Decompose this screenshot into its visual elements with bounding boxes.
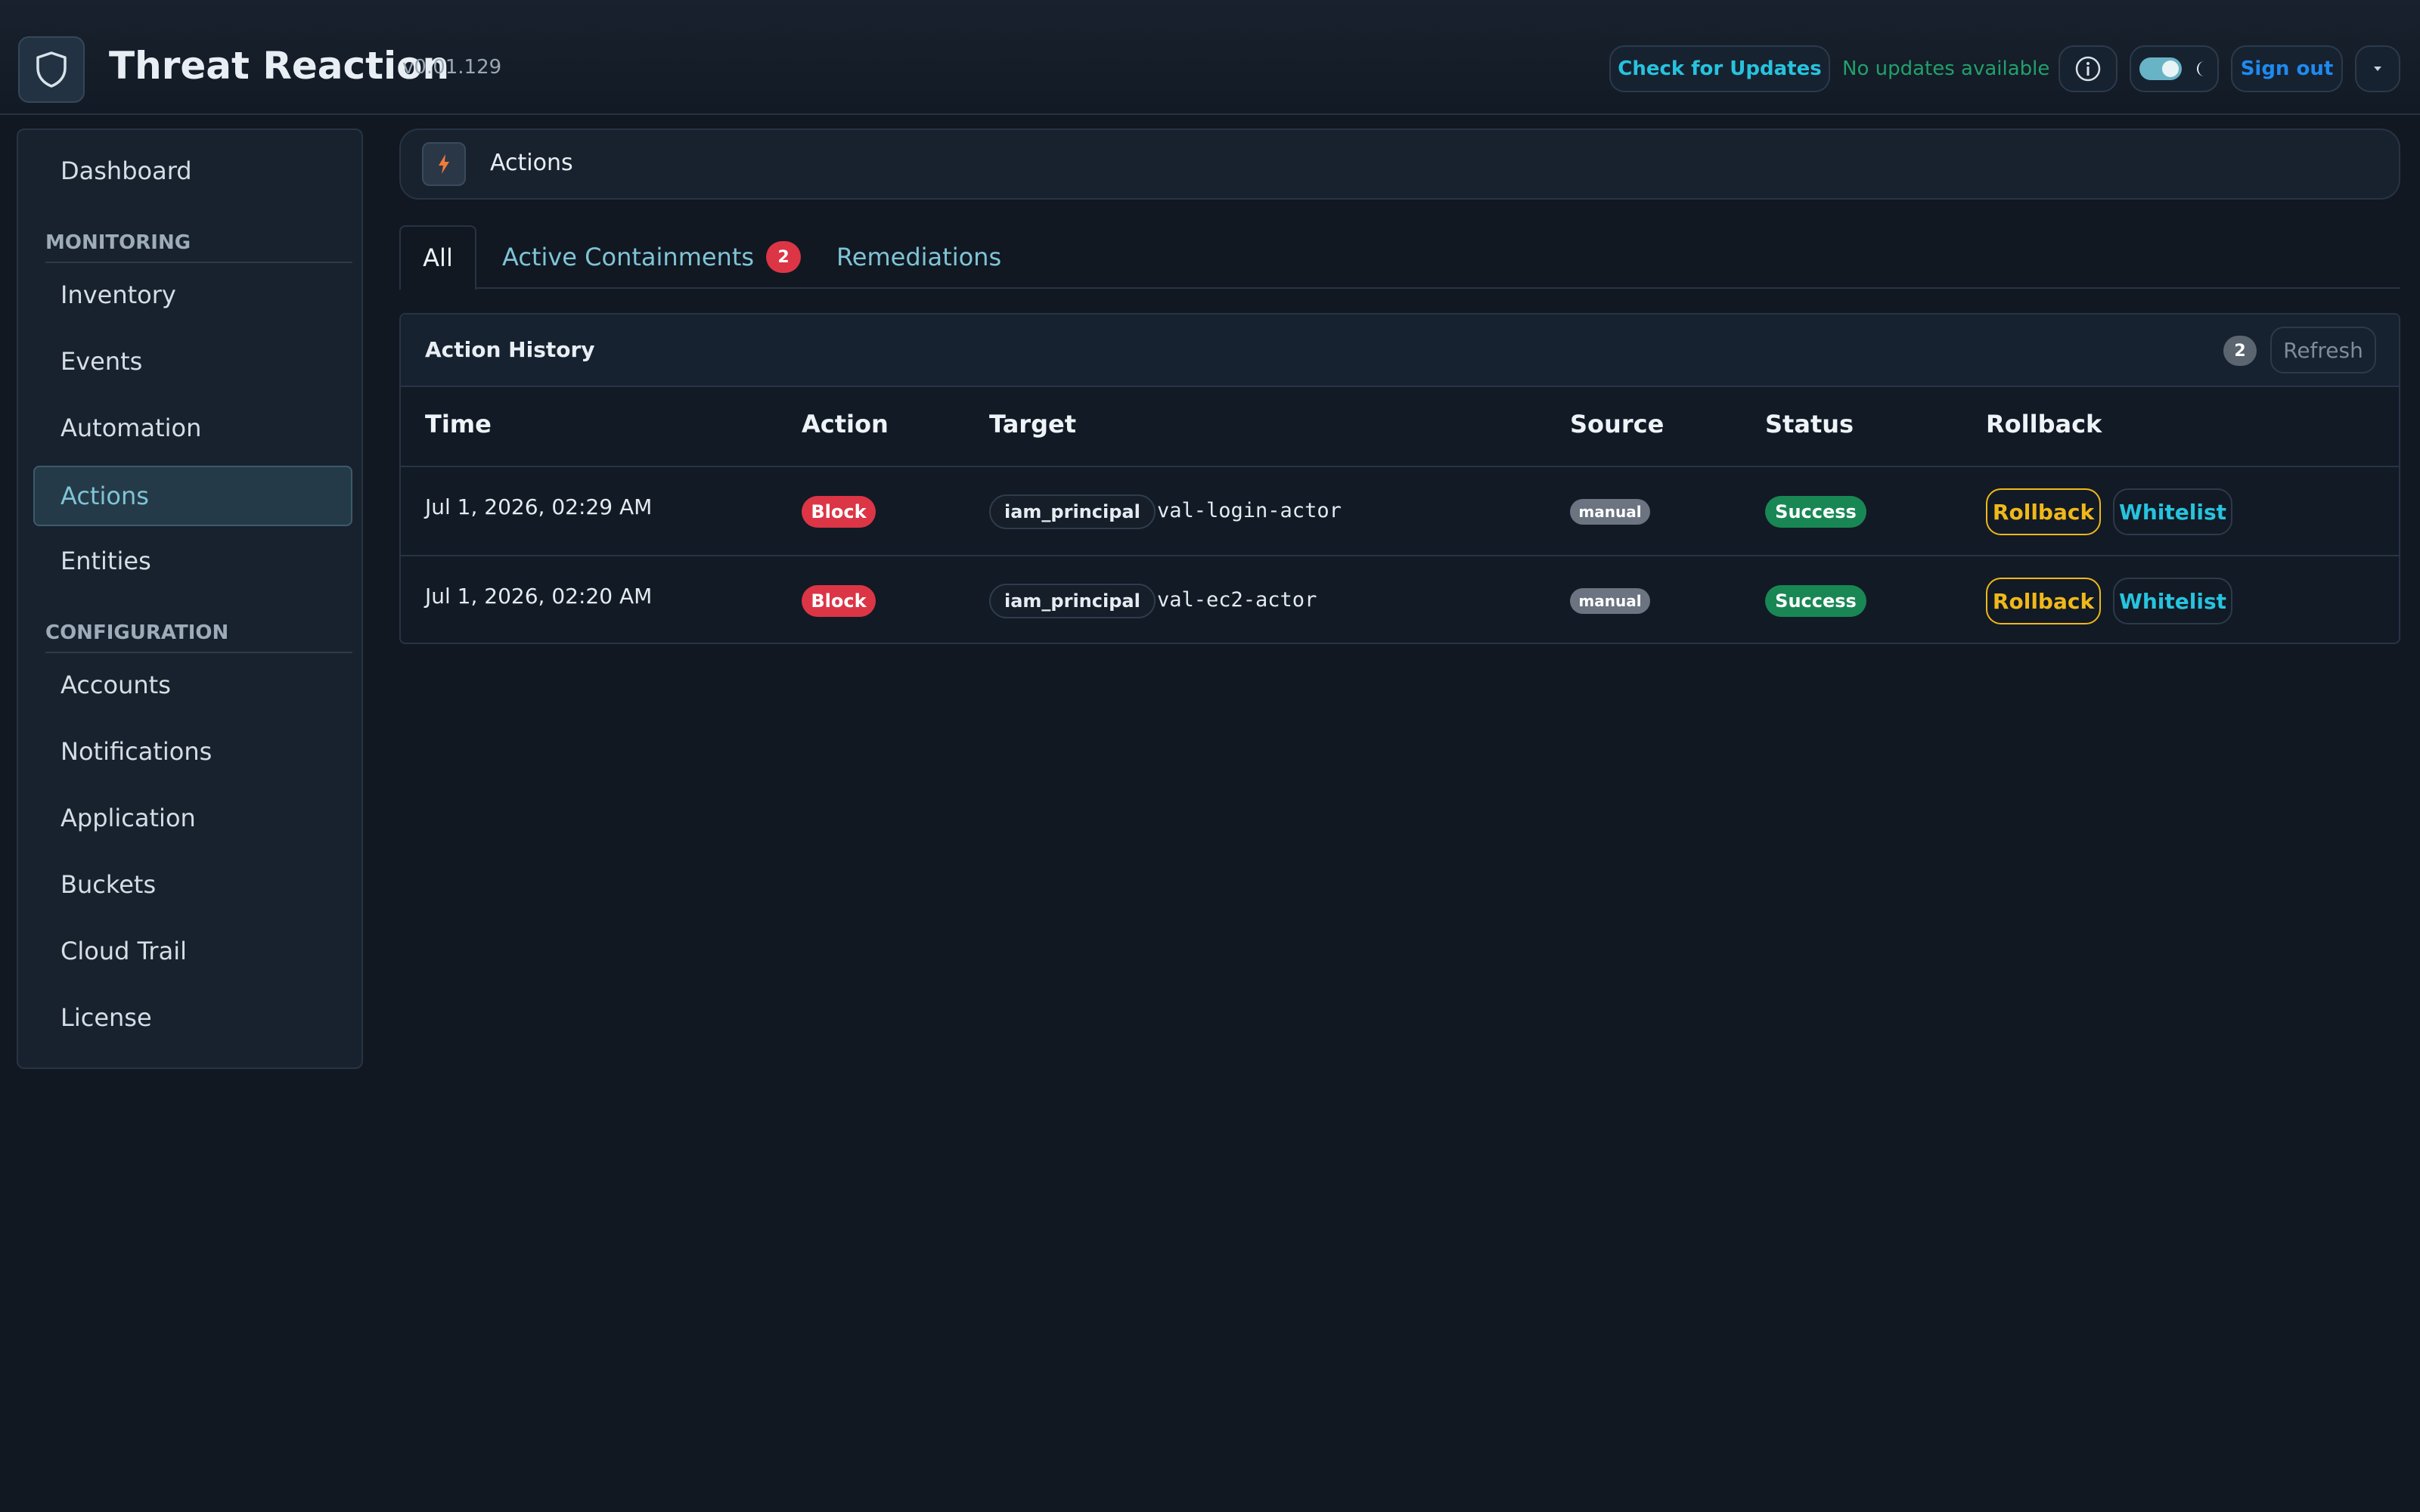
app-title: Threat Reaction: [109, 44, 450, 88]
source-badge: manual: [1570, 499, 1650, 525]
toggle-switch[interactable]: [2139, 57, 2182, 80]
target-name: val-login-actor: [1157, 499, 1342, 522]
status-badge: Success: [1765, 585, 1866, 617]
sidebar-item-automation[interactable]: Automation: [33, 398, 352, 458]
rollback-button[interactable]: Rollback: [1986, 488, 2101, 535]
sidebar-item-notifications[interactable]: Notifications: [33, 721, 352, 782]
action-badge: Block: [802, 585, 876, 617]
sidebar-item-actions[interactable]: Actions: [33, 466, 352, 526]
sidebar-section-configuration: CONFIGURATION: [45, 621, 352, 653]
chevron-down-icon: [2374, 67, 2381, 71]
app-version: v0.01.129: [402, 56, 502, 79]
sidebar-item-accounts[interactable]: Accounts: [33, 655, 352, 715]
row-time: Jul 1, 2026, 02:29 AM: [425, 494, 653, 519]
app-root: Threat Reaction v0.01.129 Check for Upda…: [0, 0, 2420, 1512]
column-header-source[interactable]: Source: [1570, 410, 1664, 438]
history-count-badge: 2: [2223, 336, 2257, 366]
row-divider: [401, 555, 2399, 556]
moon-icon: [2197, 61, 2204, 76]
update-status: No updates available: [1842, 57, 2050, 80]
tab-active-containments[interactable]: Active Containments 2: [502, 225, 802, 289]
sidebar-section-monitoring: MONITORING: [45, 231, 352, 263]
column-header-target[interactable]: Target: [989, 410, 1076, 438]
row-divider: [401, 466, 2399, 467]
info-icon: [2075, 56, 2101, 82]
column-header-action[interactable]: Action: [802, 410, 889, 438]
tab-remediations-label: Remediations: [836, 243, 1002, 271]
tab-remediations[interactable]: Remediations: [836, 225, 1001, 289]
sign-out-button[interactable]: Sign out: [2231, 45, 2343, 92]
user-menu-button[interactable]: [2355, 45, 2400, 92]
source-badge: manual: [1570, 588, 1650, 614]
column-header-status[interactable]: Status: [1765, 410, 1854, 438]
sidebar-item-events[interactable]: Events: [33, 331, 352, 392]
whitelist-button[interactable]: Whitelist: [2113, 578, 2232, 624]
sidebar-item-dashboard[interactable]: Dashboard: [33, 141, 352, 201]
check-updates-button[interactable]: Check for Updates: [1609, 45, 1830, 92]
tab-bar: All Active Containments 2 Remediations: [399, 225, 2400, 290]
lightning-icon: [422, 142, 466, 186]
sidebar-item-entities[interactable]: Entities: [33, 531, 352, 591]
row-time: Jul 1, 2026, 02:20 AM: [425, 584, 653, 609]
column-header-time[interactable]: Time: [425, 410, 492, 438]
whitelist-button[interactable]: Whitelist: [2113, 488, 2232, 535]
sidebar-item-cloud-trail[interactable]: Cloud Trail: [33, 921, 352, 981]
target-type-badge: iam_principal: [989, 494, 1156, 529]
tab-active-containments-label: Active Containments: [502, 243, 755, 271]
sidebar-item-application[interactable]: Application: [33, 788, 352, 848]
target-name: val-ec2-actor: [1157, 588, 1317, 612]
card-title: Action History: [425, 337, 595, 362]
sidebar-item-buckets[interactable]: Buckets: [33, 854, 352, 915]
sidebar-item-license[interactable]: License: [33, 987, 352, 1048]
action-history-card: Action History 2 Refresh Time Action Tar…: [399, 313, 2400, 644]
status-badge: Success: [1765, 496, 1866, 528]
rollback-button[interactable]: Rollback: [1986, 578, 2101, 624]
action-badge: Block: [802, 496, 876, 528]
info-button[interactable]: [2059, 45, 2118, 92]
tab-all[interactable]: All: [399, 225, 476, 290]
target-type-badge: iam_principal: [989, 584, 1156, 618]
shield-icon[interactable]: [18, 36, 85, 103]
refresh-button[interactable]: Refresh: [2270, 327, 2376, 373]
sidebar-item-inventory[interactable]: Inventory: [33, 265, 352, 325]
column-header-rollback[interactable]: Rollback: [1986, 410, 2102, 438]
top-header: Threat Reaction v0.01.129 Check for Upda…: [0, 0, 2420, 115]
card-header: Action History 2 Refresh: [401, 314, 2399, 387]
containments-count-badge: 2: [766, 241, 802, 273]
tab-all-label: All: [423, 243, 453, 272]
sidebar: Dashboard MONITORING Inventory Events Au…: [17, 129, 363, 1069]
page-header: Actions: [399, 129, 2400, 200]
theme-toggle[interactable]: [2130, 45, 2219, 92]
page-title: Actions: [490, 150, 573, 176]
